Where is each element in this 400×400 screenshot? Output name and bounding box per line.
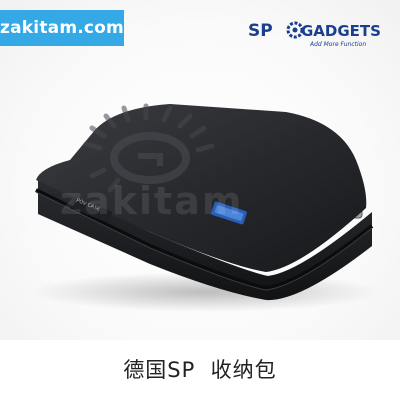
sp-gadgets-logo: SP GADGETS Add More Function <box>248 21 381 48</box>
brand-tagline: Add More Function <box>309 41 366 48</box>
product-photo: POV CASE zakitam zakitam.com SP GADGETS … <box>0 0 400 340</box>
watermark-badge: zakitam.com <box>0 10 124 46</box>
brand-name-right: GADGETS <box>301 22 381 40</box>
camera-case-icon: POV CASE zakitam <box>30 103 380 312</box>
product-image-page: POV CASE zakitam zakitam.com SP GADGETS … <box>0 0 400 400</box>
brand-name-left: SP <box>248 21 273 41</box>
product-caption: 德国SP 收纳包 <box>123 358 277 382</box>
overlay-watermark: zakitam <box>60 179 243 223</box>
gear-icon <box>286 21 304 39</box>
